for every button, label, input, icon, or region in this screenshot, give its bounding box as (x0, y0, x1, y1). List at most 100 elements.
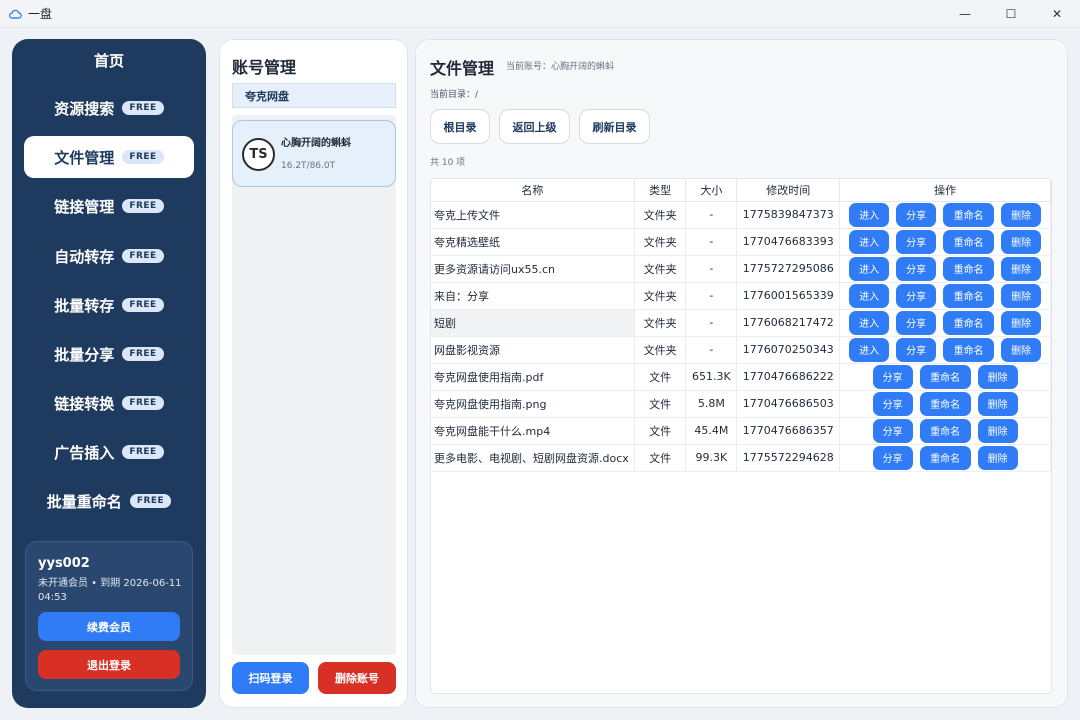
tab-quark-drive[interactable]: 夸克网盘 (232, 83, 396, 108)
sidebar-item-link-manage[interactable]: 链接管理 FREE (24, 185, 194, 227)
account-quota: 16.2T/86.0T (281, 161, 336, 171)
file-name: 网盘影视资源 (431, 336, 635, 364)
share-button[interactable]: 分享 (896, 283, 937, 308)
row-actions: 分享 重命名 删除 (839, 390, 1051, 418)
share-button[interactable]: 分享 (896, 202, 937, 227)
delete-button[interactable]: 删除 (977, 364, 1018, 389)
sidebar-item-file-manage[interactable]: 文件管理 FREE (24, 136, 194, 178)
rename-button[interactable]: 重命名 (943, 256, 995, 281)
row-actions: 进入 分享 重命名 删除 (839, 228, 1051, 256)
rename-button[interactable]: 重命名 (919, 391, 971, 416)
avatar: TS (242, 138, 275, 171)
free-badge: FREE (122, 396, 164, 410)
table-row[interactable]: 夸克网盘使用指南.png 文件 5.8M 1770476686503 分享 重命名 删除 (431, 390, 1051, 418)
rename-button[interactable]: 重命名 (919, 364, 971, 389)
page-title: 文件管理 (430, 59, 495, 78)
file-name: 更多电影、电视剧、短剧网盘资源.docx (431, 444, 635, 472)
share-button[interactable]: 分享 (896, 310, 937, 335)
rename-button[interactable]: 重命名 (943, 229, 995, 254)
scan-login-button[interactable]: 扫码登录 (232, 662, 309, 694)
sidebar-item-batch-rename[interactable]: 批量重命名 FREE (24, 480, 194, 522)
file-type: 文件 (634, 417, 687, 445)
file-type: 文件夹 (634, 255, 687, 283)
share-button[interactable]: 分享 (896, 229, 937, 254)
file-type: 文件 (634, 363, 687, 391)
sidebar-item-ad-insert[interactable]: 广告插入 FREE (24, 431, 194, 473)
table-row[interactable]: 夸克网盘能干什么.mp4 文件 45.4M 1770476686357 分享 重命名 删除 (431, 417, 1051, 445)
free-badge: FREE (122, 347, 164, 361)
column-header-mtime: 修改时间 (736, 179, 841, 202)
delete-account-button[interactable]: 删除账号 (318, 662, 396, 694)
enter-button[interactable]: 进入 (849, 229, 890, 254)
table-row[interactable]: 更多资源请访问ux55.cn 文件夹 -1775727295086 进入 分享 重命名 删除 (431, 255, 1051, 283)
go-up-button[interactable]: 返回上级 (499, 109, 570, 144)
table-row[interactable]: 短剧 文件夹 -1776068217472 进入 分享 重命名 删除 (431, 309, 1051, 337)
sidebar-item-batch-save[interactable]: 批量转存 FREE (24, 284, 194, 326)
share-button[interactable]: 分享 (872, 391, 913, 416)
file-size: - (685, 336, 738, 364)
column-header-type: 类型 (634, 179, 687, 202)
enter-button[interactable]: 进入 (849, 310, 890, 335)
logout-button[interactable]: 退出登录 (38, 650, 180, 679)
delete-button[interactable]: 删除 (1001, 202, 1042, 227)
close-button[interactable]: ✕ (1034, 0, 1080, 28)
delete-button[interactable]: 删除 (1001, 256, 1042, 281)
file-table: 名称 类型 大小 修改时间 操作 夸克上传文件 文件夹 -1775839847373… (430, 178, 1052, 694)
file-mtime: 1776068217472 (736, 309, 841, 337)
file-name: 夸克网盘使用指南.png (431, 390, 635, 418)
maximize-button[interactable]: ☐ (988, 0, 1034, 28)
renew-button[interactable]: 续费会员 (38, 612, 180, 641)
current-directory: 当前目录：/ (430, 90, 479, 100)
table-row[interactable]: 网盘影视资源 文件夹 -1776070250343 进入 分享 重命名 删除 (431, 336, 1051, 364)
refresh-dir-button[interactable]: 刷新目录 (579, 109, 650, 144)
row-actions: 进入 分享 重命名 删除 (839, 255, 1051, 283)
share-button[interactable]: 分享 (872, 445, 913, 470)
file-mtime: 1770476686503 (736, 390, 841, 418)
delete-button[interactable]: 删除 (977, 391, 1018, 416)
sidebar-item-label: 首页 (93, 51, 124, 70)
account-card[interactable]: TS 心胸开阔的蝌蚪 16.2T/86.0T (232, 120, 396, 187)
rename-button[interactable]: 重命名 (943, 283, 995, 308)
file-name: 夸克精选壁纸 (431, 228, 635, 256)
share-button[interactable]: 分享 (872, 418, 913, 443)
file-name: 夸克上传文件 (431, 201, 635, 229)
table-row[interactable]: 夸克精选壁纸 文件夹 -1770476683393 进入 分享 重命名 删除 (431, 228, 1051, 256)
sidebar-item-label: 广告插入 (54, 443, 115, 462)
maximize-icon: ☐ (1005, 7, 1017, 21)
rename-button[interactable]: 重命名 (943, 310, 995, 335)
rename-button[interactable]: 重命名 (919, 445, 971, 470)
share-button[interactable]: 分享 (896, 337, 937, 362)
item-count: 共 10 项 (430, 158, 466, 168)
sidebar-item-auto-save[interactable]: 自动转存 FREE (24, 235, 194, 277)
file-type: 文件 (634, 390, 687, 418)
delete-button[interactable]: 删除 (1001, 229, 1042, 254)
table-row[interactable]: 夸克上传文件 文件夹 -1775839847373 进入 分享 重命名 删除 (431, 201, 1051, 229)
rename-button[interactable]: 重命名 (943, 202, 995, 227)
delete-button[interactable]: 删除 (977, 418, 1018, 443)
sidebar-item-resource-search[interactable]: 资源搜索 FREE (24, 87, 194, 129)
enter-button[interactable]: 进入 (849, 256, 890, 281)
row-actions: 进入 分享 重命名 删除 (839, 282, 1051, 310)
share-button[interactable]: 分享 (896, 256, 937, 281)
file-mtime: 1776001565339 (736, 282, 841, 310)
minimize-button[interactable]: — (942, 0, 988, 28)
root-dir-button[interactable]: 根目录 (430, 109, 490, 144)
delete-button[interactable]: 删除 (1001, 310, 1042, 335)
table-row[interactable]: 来自：分享 文件夹 -1776001565339 进入 分享 重命名 删除 (431, 282, 1051, 310)
table-row[interactable]: 更多电影、电视剧、短剧网盘资源.docx 文件 99.3K 1775572294628… (431, 444, 1051, 472)
rename-button[interactable]: 重命名 (919, 418, 971, 443)
file-size: 651.3K (685, 363, 738, 391)
table-row[interactable]: 夸克网盘使用指南.pdf 文件 651.3K 1770476686222 分享 重命名 删除 (431, 363, 1051, 391)
sidebar-item-home[interactable]: 首页 (24, 39, 194, 81)
sidebar-item-link-convert[interactable]: 链接转换 FREE (24, 382, 194, 424)
delete-button[interactable]: 删除 (1001, 337, 1042, 362)
enter-button[interactable]: 进入 (849, 283, 890, 308)
enter-button[interactable]: 进入 (849, 202, 890, 227)
file-type: 文件夹 (634, 282, 687, 310)
delete-button[interactable]: 删除 (1001, 283, 1042, 308)
share-button[interactable]: 分享 (872, 364, 913, 389)
delete-button[interactable]: 删除 (977, 445, 1018, 470)
rename-button[interactable]: 重命名 (943, 337, 995, 362)
enter-button[interactable]: 进入 (849, 337, 890, 362)
sidebar-item-batch-share[interactable]: 批量分享 FREE (24, 333, 194, 375)
